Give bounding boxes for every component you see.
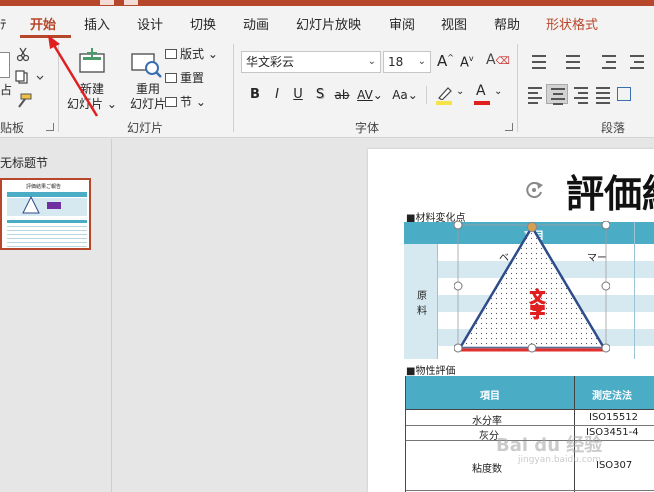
annotation-arrow [48,35,99,117]
